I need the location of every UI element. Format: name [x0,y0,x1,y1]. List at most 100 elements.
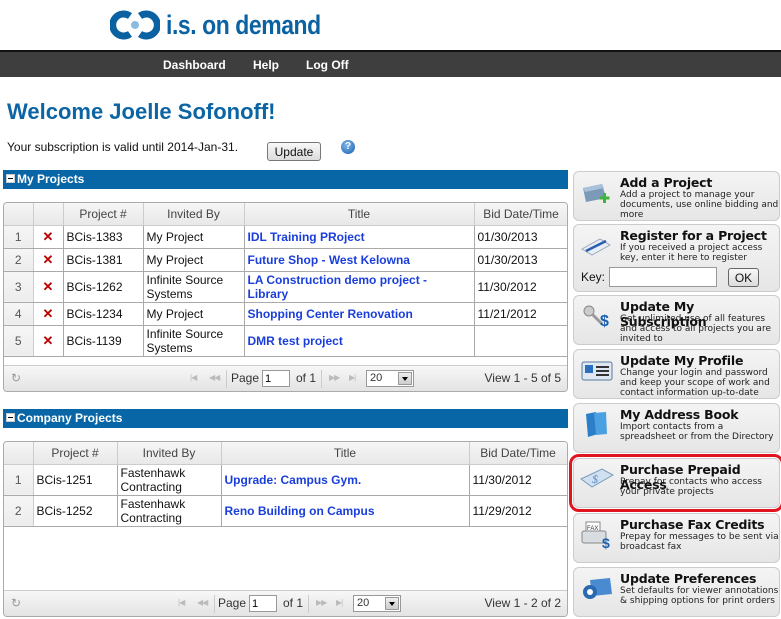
table-row[interactable]: 3 ✕ BCis-1262 Infinite Source Systems LA… [4,271,567,303]
column-header-title[interactable]: Title [221,442,470,465]
bid-date: 11/21/2012 [474,302,567,326]
help-icon[interactable]: ? [341,140,355,154]
column-header-invited-by[interactable]: Invited By [143,203,245,226]
view-count: View 1 - 2 of 2 [484,596,562,610]
project-title-link[interactable]: DMR test project [248,334,343,348]
bid-date: 01/30/2013 [474,248,567,272]
add-project-card[interactable]: Add a Project Add a project to manage yo… [573,171,780,221]
page-label: Page [218,596,247,610]
chevron-down-icon[interactable] [385,597,399,610]
delete-icon[interactable]: ✕ [33,248,64,272]
table-row[interactable]: 5 ✕ BCis-1139 Infinite Source Systems DM… [4,325,567,357]
page-size-select[interactable]: 20 [353,595,401,612]
card-title: Update My Profile [620,353,744,368]
table-row[interactable]: 1 ✕ BCis-1383 My Project IDL Training PR… [4,225,567,249]
card-title: Add a Project [620,175,713,190]
column-header-title[interactable]: Title [244,203,475,226]
column-header-bid-date[interactable]: Bid Date/Time [469,442,567,465]
bid-date: 11/30/2012 [469,464,567,496]
pager: ↻ |◀ ◀◀ Page of 1 ▶▶ ▶| 20 View 1 - 5 of… [4,365,567,391]
column-header-invited-by[interactable]: Invited By [117,442,222,465]
table-row[interactable]: 1 BCis-1251 Fastenhawk Contracting Upgra… [4,464,567,496]
access-key-input[interactable] [609,267,717,287]
address-book-icon [586,412,607,437]
purchase-fax-credits-card[interactable]: FAX $ Purchase Fax Credits Prepay for me… [573,513,780,563]
divider [308,595,309,613]
last-page-icon[interactable]: ▶| [349,373,356,382]
refresh-icon[interactable]: ↻ [11,371,21,385]
column-header-bid-date[interactable]: Bid Date/Time [474,203,567,226]
card-description: Set defaults for viewer annotations & sh… [620,586,779,606]
project-title-link[interactable]: Shopping Center Renovation [248,307,413,321]
logo[interactable]: i.s. on demand [110,8,348,42]
page-count: of 1 [296,371,317,385]
page-size-value: 20 [370,372,383,384]
update-subscription-card[interactable]: $ Update My Subscription Get unlimited u… [573,295,780,345]
project-number: BCis-1252 [33,495,118,527]
address-book-card[interactable]: My Address Book Import contacts from a s… [573,403,780,453]
navbar: Dashboard Help Log Off [0,50,781,77]
bid-date [474,325,567,357]
card-title: My Address Book [620,407,739,422]
table-row[interactable]: 2 ✕ BCis-1381 My Project Future Shop - W… [4,248,567,272]
ok-button[interactable]: OK [728,268,759,287]
company-projects-grid: Project # Invited By Title Bid Date/Time… [3,441,568,617]
nav-dashboard[interactable]: Dashboard [163,58,226,72]
column-header-delete [33,203,64,226]
delete-icon[interactable]: ✕ [33,325,64,357]
card-description: Import contacts from a spreadsheet or fr… [620,422,774,442]
bid-date: 11/29/2012 [469,495,567,527]
delete-icon[interactable]: ✕ [33,225,64,249]
refresh-icon[interactable]: ↻ [11,596,21,610]
page-title: Welcome Joelle Sofonoff! [7,99,276,124]
table-row[interactable]: 2 BCis-1252 Fastenhawk Contracting Reno … [4,495,567,527]
project-number: BCis-1383 [63,225,144,249]
project-title-link[interactable]: LA Construction demo project - Library [248,273,428,301]
card-title: Update Preferences [620,571,757,586]
project-title-link[interactable]: Upgrade: Campus Gym. [225,473,362,487]
nav-help[interactable]: Help [253,58,279,72]
section-title: Company Projects [17,411,123,425]
update-subscription-button[interactable]: Update [267,142,321,161]
page-count: of 1 [283,596,304,610]
my-projects-grid: Project # Invited By Title Bid Date/Time… [3,202,568,392]
purchase-prepaid-access-card[interactable]: $ Purchase Prepaid Access Prepay for con… [569,454,781,512]
card-description: Prepay for contacts who access your priv… [620,477,762,497]
column-header-project[interactable]: Project # [33,442,118,465]
prev-page-icon[interactable]: ◀◀ [209,373,220,382]
first-page-icon[interactable]: |◀ [178,598,185,607]
delete-icon[interactable]: ✕ [33,271,64,303]
project-title-link[interactable]: Reno Building on Campus [225,504,375,518]
last-page-icon[interactable]: ▶| [336,598,343,607]
collapse-icon[interactable] [6,413,15,422]
chevron-down-icon[interactable] [398,372,412,385]
header: i.s. on demand [0,0,781,50]
collapse-icon[interactable] [6,174,15,183]
page-size-select[interactable]: 20 [366,370,414,387]
project-title-link[interactable]: Future Shop - West Kelowna [248,253,410,267]
nav-log-off[interactable]: Log Off [306,58,349,72]
section-title: My Projects [17,172,85,186]
page-input[interactable] [249,595,277,612]
page-input[interactable] [262,370,290,387]
row-number: 2 [4,248,34,272]
update-profile-card[interactable]: Update My Profile Change your login and … [573,349,780,399]
update-preferences-card[interactable]: Update Preferences Set defaults for view… [573,567,780,617]
row-number: 1 [4,225,34,249]
bid-date: 11/30/2012 [474,271,567,303]
next-page-icon[interactable]: ▶▶ [316,598,327,607]
card-description: Get unlimited use of all features and ac… [620,314,771,344]
project-title-link[interactable]: IDL Training PRoject [248,230,365,244]
first-page-icon[interactable]: |◀ [190,373,197,382]
divider [214,595,215,613]
next-page-icon[interactable]: ▶▶ [329,373,340,382]
table-row[interactable]: 4 ✕ BCis-1234 My Project Shopping Center… [4,302,567,326]
subscription-status: Your subscription is valid until 2014-Ja… [7,140,239,154]
invited-by: Fastenhawk Contracting [117,464,222,496]
delete-icon[interactable]: ✕ [33,302,64,326]
project-number: BCis-1251 [33,464,118,496]
prev-page-icon[interactable]: ◀◀ [197,598,208,607]
brand-name: i.s. on demand [166,9,321,40]
invited-by: Fastenhawk Contracting [117,495,222,527]
column-header-project[interactable]: Project # [63,203,144,226]
